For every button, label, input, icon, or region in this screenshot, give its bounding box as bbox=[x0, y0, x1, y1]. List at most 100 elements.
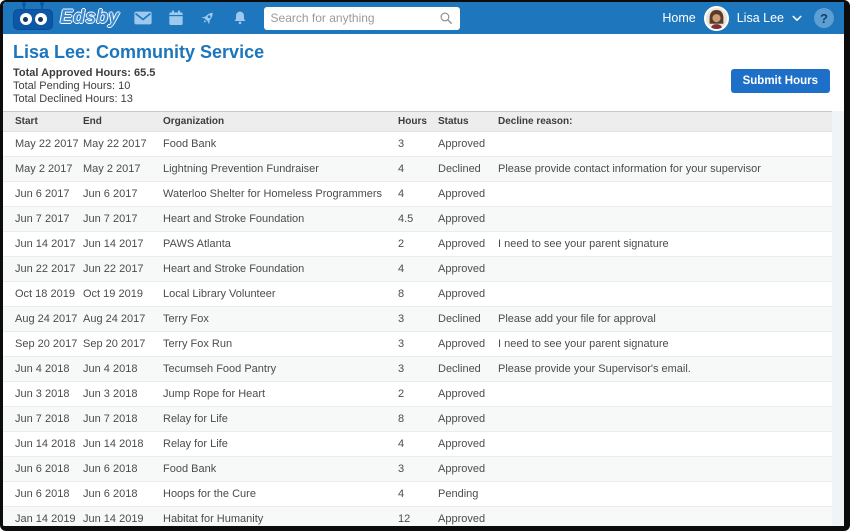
column-end: End bbox=[83, 112, 163, 132]
cell-end: Jun 6 2017 bbox=[83, 182, 163, 207]
column-hours: Hours bbox=[398, 112, 438, 132]
cell-status: Approved bbox=[438, 207, 498, 232]
bell-icon[interactable] bbox=[232, 10, 248, 26]
cell-decline-reason: I need to see your parent signature bbox=[498, 332, 832, 357]
cell-hours: 4.5 bbox=[398, 207, 438, 232]
cell-decline-reason bbox=[498, 257, 832, 282]
cell-start: Jun 7 2018 bbox=[3, 407, 83, 432]
table-row[interactable]: Jun 6 2018 Jun 6 2018 Food Bank 3 Approv… bbox=[3, 457, 832, 482]
cell-decline-reason bbox=[498, 207, 832, 232]
cell-start: Oct 18 2019 bbox=[3, 282, 83, 307]
cell-start: May 2 2017 bbox=[3, 157, 83, 182]
search-input[interactable] bbox=[271, 11, 439, 25]
table-header: Start End Organization Hours Status Decl… bbox=[3, 112, 832, 132]
cell-start: May 22 2017 bbox=[3, 132, 83, 157]
cell-decline-reason bbox=[498, 182, 832, 207]
topbar-right: Home Lisa Lee ? bbox=[662, 6, 834, 31]
cell-organization: Relay for Life bbox=[163, 407, 398, 432]
cell-organization: Terry Fox bbox=[163, 307, 398, 332]
cell-status: Approved bbox=[438, 132, 498, 157]
table-row[interactable]: Jun 3 2018 Jun 3 2018 Jump Rope for Hear… bbox=[3, 382, 832, 407]
table-row[interactable]: May 22 2017 May 22 2017 Food Bank 3 Appr… bbox=[3, 132, 832, 157]
cell-end: Jun 7 2018 bbox=[83, 407, 163, 432]
search-bar bbox=[264, 7, 460, 30]
cell-decline-reason bbox=[498, 457, 832, 482]
cell-end: Jun 7 2017 bbox=[83, 207, 163, 232]
cell-start: Jun 14 2017 bbox=[3, 232, 83, 257]
cell-decline-reason bbox=[498, 482, 832, 507]
table-row[interactable]: Jun 22 2017 Jun 22 2017 Heart and Stroke… bbox=[3, 257, 832, 282]
mail-icon[interactable] bbox=[134, 11, 152, 25]
cell-organization: Heart and Stroke Foundation bbox=[163, 207, 398, 232]
cell-start: Jun 6 2018 bbox=[3, 482, 83, 507]
cell-status: Declined bbox=[438, 307, 498, 332]
cell-hours: 4 bbox=[398, 257, 438, 282]
cell-start: Jan 14 2019 bbox=[3, 507, 83, 527]
chevron-down-icon[interactable] bbox=[792, 15, 802, 22]
home-link[interactable]: Home bbox=[662, 11, 695, 25]
cell-organization: Relay for Life bbox=[163, 432, 398, 457]
cell-organization: Heart and Stroke Foundation bbox=[163, 257, 398, 282]
total-declined-hours: Total Declined Hours: 13 bbox=[13, 93, 155, 106]
cell-end: Jun 14 2018 bbox=[83, 432, 163, 457]
table-row[interactable]: Sep 20 2017 Sep 20 2017 Terry Fox Run 3 … bbox=[3, 332, 832, 357]
table-row[interactable]: Jun 6 2017 Jun 6 2017 Waterloo Shelter f… bbox=[3, 182, 832, 207]
cell-organization: Hoops for the Cure bbox=[163, 482, 398, 507]
cell-end: Jun 6 2018 bbox=[83, 482, 163, 507]
rocket-icon[interactable] bbox=[200, 10, 216, 26]
table-row[interactable]: Oct 18 2019 Oct 19 2019 Local Library Vo… bbox=[3, 282, 832, 307]
cell-end: May 22 2017 bbox=[83, 132, 163, 157]
cell-status: Approved bbox=[438, 457, 498, 482]
user-menu-name[interactable]: Lisa Lee bbox=[737, 11, 784, 25]
help-icon[interactable]: ? bbox=[814, 8, 834, 28]
cell-start: Jun 3 2018 bbox=[3, 382, 83, 407]
cell-end: May 2 2017 bbox=[83, 157, 163, 182]
cell-hours: 3 bbox=[398, 332, 438, 357]
table-row[interactable]: Aug 24 2017 Aug 24 2017 Terry Fox 3 Decl… bbox=[3, 307, 832, 332]
cell-organization: Lightning Prevention Fundraiser bbox=[163, 157, 398, 182]
column-decline-reason: Decline reason: bbox=[498, 112, 832, 132]
cell-status: Approved bbox=[438, 182, 498, 207]
cell-hours: 3 bbox=[398, 457, 438, 482]
cell-hours: 3 bbox=[398, 132, 438, 157]
cell-hours: 8 bbox=[398, 407, 438, 432]
table-row[interactable]: Jun 7 2018 Jun 7 2018 Relay for Life 8 A… bbox=[3, 407, 832, 432]
cell-decline-reason: I need to see your parent signature bbox=[498, 232, 832, 257]
cell-start: Aug 24 2017 bbox=[3, 307, 83, 332]
cell-end: Aug 24 2017 bbox=[83, 307, 163, 332]
table-row[interactable]: Jun 14 2017 Jun 14 2017 PAWS Atlanta 2 A… bbox=[3, 232, 832, 257]
hours-table-wrap: Start End Organization Hours Status Decl… bbox=[3, 111, 832, 526]
cell-start: Jun 22 2017 bbox=[3, 257, 83, 282]
app-window: Edsby bbox=[0, 0, 850, 531]
robot-icon bbox=[13, 9, 53, 30]
table-row[interactable]: Jun 7 2017 Jun 7 2017 Heart and Stroke F… bbox=[3, 207, 832, 232]
table-row[interactable]: Jan 14 2019 Jun 14 2019 Habitat for Huma… bbox=[3, 507, 832, 527]
table-row[interactable]: Jun 14 2018 Jun 14 2018 Relay for Life 4… bbox=[3, 432, 832, 457]
cell-hours: 4 bbox=[398, 182, 438, 207]
table-row[interactable]: May 2 2017 May 2 2017 Lightning Preventi… bbox=[3, 157, 832, 182]
cell-start: Jun 7 2017 bbox=[3, 207, 83, 232]
cell-status: Approved bbox=[438, 432, 498, 457]
cell-status: Approved bbox=[438, 332, 498, 357]
cell-organization: Food Bank bbox=[163, 132, 398, 157]
avatar[interactable] bbox=[704, 6, 729, 31]
edsby-logo[interactable]: Edsby bbox=[13, 7, 120, 30]
cell-hours: 8 bbox=[398, 282, 438, 307]
cell-decline-reason: Please provide your Supervisor's email. bbox=[498, 357, 832, 382]
cell-end: Jun 14 2017 bbox=[83, 232, 163, 257]
cell-hours: 12 bbox=[398, 507, 438, 527]
cell-decline-reason bbox=[498, 507, 832, 527]
cell-hours: 4 bbox=[398, 432, 438, 457]
submit-hours-button[interactable]: Submit Hours bbox=[731, 69, 830, 93]
calendar-icon[interactable] bbox=[168, 10, 184, 26]
search-icon[interactable] bbox=[439, 11, 453, 25]
table-row[interactable]: Jun 6 2018 Jun 6 2018 Hoops for the Cure… bbox=[3, 482, 832, 507]
cell-hours: 4 bbox=[398, 157, 438, 182]
cell-status: Approved bbox=[438, 232, 498, 257]
table-row[interactable]: Jun 4 2018 Jun 4 2018 Tecumseh Food Pant… bbox=[3, 357, 832, 382]
cell-status: Approved bbox=[438, 507, 498, 527]
cell-hours: 2 bbox=[398, 232, 438, 257]
cell-organization: Food Bank bbox=[163, 457, 398, 482]
hours-summary: Total Approved Hours: 65.5 Total Pending… bbox=[13, 67, 155, 106]
stats-row: Total Approved Hours: 65.5 Total Pending… bbox=[3, 67, 844, 106]
